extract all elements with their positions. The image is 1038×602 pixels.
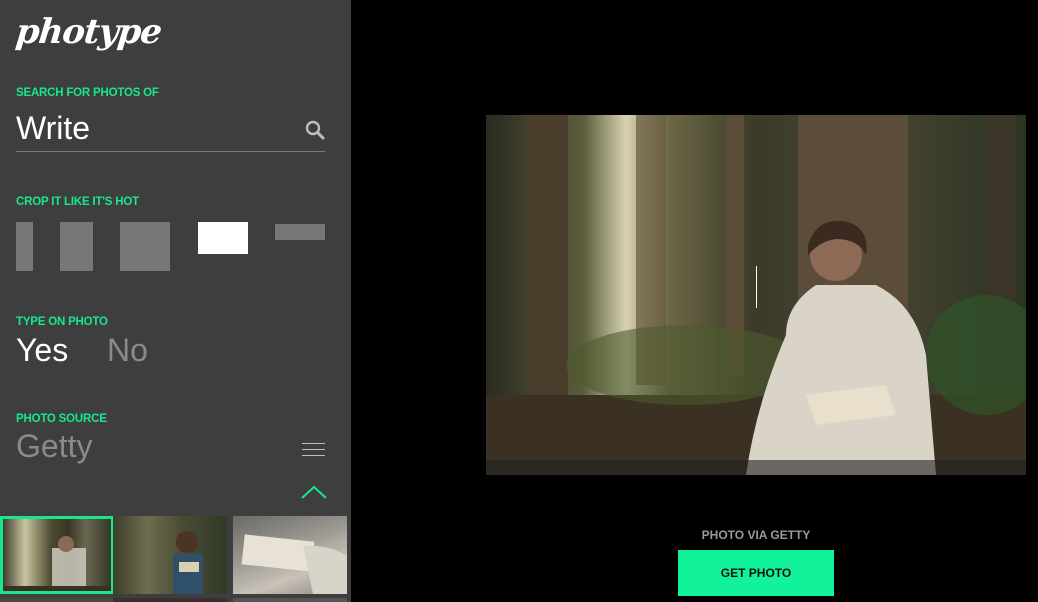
thumbnail-6[interactable] <box>233 598 347 602</box>
search-icon[interactable] <box>305 120 325 140</box>
type-on-photo-label: TYPE ON PHOTO <box>16 316 108 328</box>
search-input[interactable] <box>16 106 286 150</box>
app-logo[interactable]: photype <box>14 12 163 52</box>
thumbnail-photo <box>173 531 203 594</box>
photo-source-label: PHOTO SOURCE <box>16 413 107 425</box>
photo-source-value[interactable]: Getty <box>16 428 92 465</box>
thumbnail-3[interactable] <box>233 516 347 594</box>
crop-narrow-portrait[interactable] <box>16 222 33 271</box>
chevron-up-icon[interactable] <box>301 485 327 499</box>
thumbnail-5[interactable] <box>113 598 227 602</box>
thumbnail-photo <box>241 534 347 594</box>
crop-landscape[interactable] <box>198 222 248 254</box>
search-row <box>16 104 325 152</box>
thumbnail-strip <box>0 514 351 602</box>
thumbnail-4[interactable] <box>0 598 114 602</box>
crop-label: CROP IT LIKE IT'S HOT <box>16 196 139 208</box>
thumbnail-2[interactable] <box>113 516 227 594</box>
menu-icon[interactable] <box>302 443 325 458</box>
crop-square[interactable] <box>120 222 170 271</box>
photo-credit: PHOTO VIA GETTY <box>701 528 811 542</box>
thumbnail-1[interactable] <box>0 516 114 594</box>
thumbnail-photo <box>0 536 114 594</box>
type-yes-option[interactable]: Yes <box>16 332 68 369</box>
text-cursor <box>756 266 757 308</box>
sidebar: photype SEARCH FOR PHOTOS OF CROP IT LIK… <box>0 0 351 602</box>
crop-portrait[interactable] <box>60 222 93 271</box>
crop-wide-banner[interactable] <box>275 224 325 240</box>
search-label: SEARCH FOR PHOTOS OF <box>16 87 159 99</box>
get-photo-button[interactable]: GET PHOTO <box>678 550 834 596</box>
type-no-option[interactable]: No <box>107 332 148 369</box>
